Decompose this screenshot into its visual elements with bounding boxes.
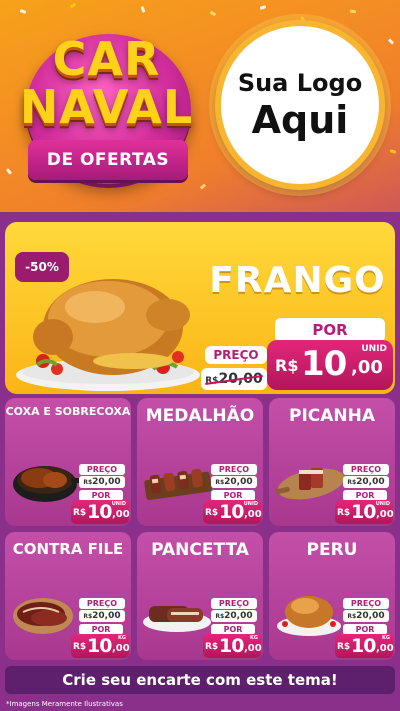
- hero-price-unit: UNID: [361, 344, 387, 354]
- old-price: R$20,00: [79, 610, 125, 622]
- price-cents: ,00: [244, 509, 262, 520]
- product-card[interactable]: PERU PREÇO R$20,00 POR R$ 10 ,00 KG: [269, 532, 395, 660]
- price-currency: R$: [205, 508, 219, 518]
- old-price: R$20,00: [79, 476, 125, 488]
- product-card[interactable]: MEDALHÃO PREÇO R$20,00 POR R$ 10 ,00 UNI…: [137, 398, 263, 526]
- old-price-currency: R$: [83, 479, 93, 486]
- preco-label: PREÇO: [343, 464, 389, 475]
- product-grid: COXA E SOBRECOXA PREÇO R$20,00 POR R$ 10…: [5, 398, 395, 668]
- hero-por-label: POR: [275, 318, 385, 342]
- price-tag: R$ 10 ,00 UNID: [203, 500, 262, 524]
- hero-price-cents: ,00: [351, 357, 383, 378]
- old-price-value: 20,00: [224, 477, 253, 487]
- old-price-value: 20,00: [224, 611, 253, 621]
- hero-product-card[interactable]: -50% FRANGO PREÇO R$20,00 POR R$ 10 ,00 …: [5, 222, 395, 394]
- price-int: 10: [219, 501, 244, 523]
- old-price: R$20,00: [343, 476, 389, 488]
- price-tag: R$ 10 ,00 UNID: [335, 500, 394, 524]
- product-name: COXA E SOBRECOXA: [5, 405, 131, 418]
- product-card[interactable]: PANCETTA PREÇO R$20,00 POR R$ 10 ,00 KG: [137, 532, 263, 660]
- disclaimer: *Imagens Meramente Ilustrativas: [6, 700, 123, 708]
- price-unit: UNID: [375, 501, 390, 507]
- price-unit: KG: [250, 635, 258, 641]
- chicken-leg-icon: [13, 466, 81, 502]
- price-currency: R$: [73, 508, 87, 518]
- brand-title-line2: NAVAL: [19, 80, 194, 134]
- preco-label: PREÇO: [79, 598, 125, 609]
- hero-new-price: R$ 10 ,00 UNID: [267, 340, 393, 390]
- price-currency: R$: [205, 642, 219, 652]
- old-price-value: 20,00: [356, 611, 385, 621]
- preco-label: PREÇO: [343, 598, 389, 609]
- price-int: 10: [351, 635, 376, 657]
- turkey-icon: [277, 596, 341, 636]
- old-price: R$20,00: [211, 610, 257, 622]
- hero-preco-label: PREÇO: [205, 346, 267, 364]
- preco-label: PREÇO: [211, 598, 257, 609]
- old-price-currency: R$: [347, 613, 357, 620]
- price-cents: ,00: [244, 643, 262, 654]
- old-price: R$20,00: [211, 476, 257, 488]
- brand-title-line1: CAR: [52, 32, 161, 86]
- price-unit: KG: [382, 635, 390, 641]
- price-currency: R$: [337, 642, 351, 652]
- flyer-page: CAR NAVAL DE OFERTAS Sua Logo Aqui -50% …: [0, 0, 400, 711]
- preco-label: PREÇO: [79, 464, 125, 475]
- hero-price-int: 10: [301, 344, 347, 384]
- hero-old-price: R$20,00: [201, 368, 267, 390]
- skewer-icon: [144, 468, 212, 500]
- price-cents: ,00: [376, 509, 394, 520]
- product-name: PANCETTA: [151, 540, 249, 560]
- product-card[interactable]: CONTRA FILE PREÇO R$20,00 POR R$ 10 ,00 …: [5, 532, 131, 660]
- price-int: 10: [87, 635, 112, 657]
- price-int: 10: [219, 635, 244, 657]
- product-name: CONTRA FILE: [12, 540, 124, 558]
- beef-steak-icon: [13, 598, 73, 634]
- price-cents: ,00: [112, 509, 130, 520]
- product-name: MEDALHÃO: [145, 406, 255, 426]
- price-int: 10: [351, 501, 376, 523]
- carnaval-badge: CAR NAVAL DE OFERTAS: [14, 20, 199, 190]
- price-unit: UNID: [243, 501, 258, 507]
- price-cents: ,00: [376, 643, 394, 654]
- picanha-steak-icon: [275, 468, 345, 500]
- price-cents: ,00: [112, 643, 130, 654]
- old-price-currency: R$: [83, 613, 93, 620]
- logo-text-line2: Aqui: [251, 98, 349, 142]
- price-currency: R$: [337, 508, 351, 518]
- logo-placeholder[interactable]: Sua Logo Aqui: [215, 20, 385, 190]
- price-int: 10: [87, 501, 112, 523]
- product-name: PERU: [306, 540, 358, 560]
- discount-badge: -50%: [15, 252, 69, 282]
- old-price-value: 20,00: [92, 611, 121, 621]
- old-price-currency: R$: [347, 479, 357, 486]
- cta-banner[interactable]: Crie seu encarte com este tema!: [5, 666, 395, 694]
- hero-price-currency: R$: [275, 356, 299, 375]
- old-price-value: 20,00: [92, 477, 121, 487]
- price-tag: R$ 10 ,00 KG: [335, 634, 394, 658]
- pancetta-icon: [143, 606, 211, 632]
- price-tag: R$ 10 ,00 UNID: [71, 500, 130, 524]
- old-price-currency: R$: [215, 613, 225, 620]
- product-card[interactable]: COXA E SOBRECOXA PREÇO R$20,00 POR R$ 10…: [5, 398, 131, 526]
- old-price: R$20,00: [343, 610, 389, 622]
- offers-stage: -50% FRANGO PREÇO R$20,00 POR R$ 10 ,00 …: [0, 212, 400, 711]
- price-currency: R$: [73, 642, 87, 652]
- price-unit: UNID: [111, 501, 126, 507]
- preco-label: PREÇO: [211, 464, 257, 475]
- product-name: PICANHA: [288, 406, 376, 426]
- old-price-value: 20,00: [356, 477, 385, 487]
- hero-product-name: FRANGO: [209, 260, 386, 301]
- price-unit: KG: [118, 635, 126, 641]
- product-card[interactable]: PICANHA PREÇO R$20,00 POR R$ 10 ,00 UNID: [269, 398, 395, 526]
- header: CAR NAVAL DE OFERTAS Sua Logo Aqui: [0, 0, 400, 205]
- price-tag: R$ 10 ,00 KG: [71, 634, 130, 658]
- logo-text-line1: Sua Logo: [237, 69, 363, 97]
- price-tag: R$ 10 ,00 KG: [203, 634, 262, 658]
- brand-ribbon: DE OFERTAS: [28, 140, 188, 180]
- old-price-currency: R$: [215, 479, 225, 486]
